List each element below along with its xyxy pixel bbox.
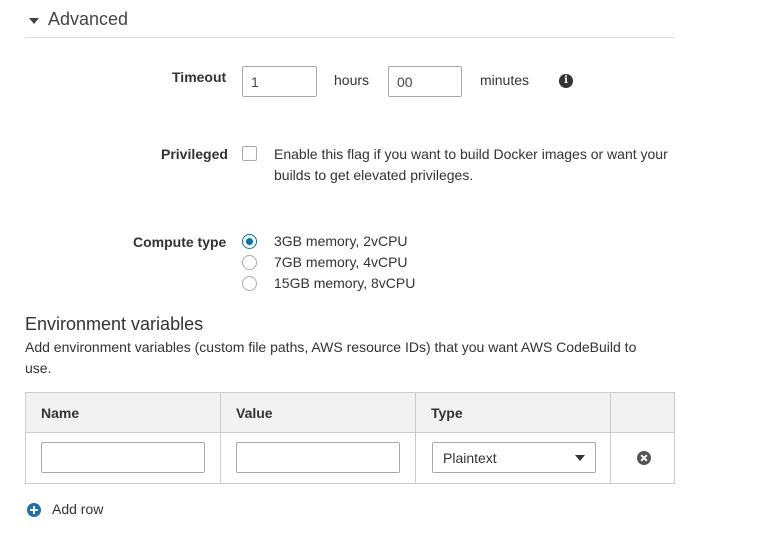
env-vars-table: Name Value Type Plaintext bbox=[25, 392, 675, 484]
add-row-label: Add row bbox=[52, 501, 104, 517]
column-divider bbox=[415, 393, 416, 483]
hours-unit-label: hours bbox=[334, 72, 370, 88]
column-divider bbox=[220, 393, 221, 483]
env-value-input[interactable] bbox=[236, 442, 400, 473]
compute-type-label: Compute type bbox=[133, 234, 227, 250]
minutes-unit-label: minutes bbox=[480, 72, 530, 88]
advanced-section-header[interactable]: Advanced bbox=[25, 6, 675, 38]
plus-circle-icon bbox=[27, 503, 41, 517]
chevron-down-icon bbox=[575, 455, 585, 461]
privileged-description: Enable this flag if you want to build Do… bbox=[274, 146, 668, 183]
privileged-checkbox[interactable] bbox=[242, 146, 257, 161]
env-vars-description: Add environment variables (custom file p… bbox=[25, 339, 637, 376]
column-header-value: Value bbox=[236, 405, 273, 421]
info-icon[interactable]: i bbox=[559, 74, 573, 88]
env-name-input[interactable] bbox=[41, 442, 205, 473]
env-vars-title: Environment variables bbox=[25, 314, 204, 334]
caret-down-icon[interactable] bbox=[29, 18, 39, 24]
env-type-selected-value: Plaintext bbox=[443, 450, 497, 466]
compute-option-7gb-label[interactable]: 7GB memory, 4vCPU bbox=[274, 254, 408, 270]
timeout-minutes-input[interactable] bbox=[388, 66, 462, 97]
timeout-hours-input[interactable] bbox=[242, 66, 317, 97]
compute-option-7gb-radio[interactable] bbox=[242, 255, 257, 270]
compute-option-3gb-label[interactable]: 3GB memory, 2vCPU bbox=[274, 233, 408, 249]
column-divider bbox=[610, 393, 611, 483]
env-type-select[interactable]: Plaintext bbox=[432, 442, 596, 473]
compute-option-3gb-radio[interactable] bbox=[242, 234, 257, 249]
column-header-name: Name bbox=[41, 405, 80, 421]
compute-option-15gb-radio[interactable] bbox=[242, 276, 257, 291]
remove-circle-icon[interactable] bbox=[637, 451, 651, 465]
column-header-type: Type bbox=[431, 405, 463, 421]
section-title: Advanced bbox=[48, 9, 129, 29]
env-table-header: Name Value Type bbox=[26, 393, 674, 433]
timeout-label: Timeout bbox=[172, 69, 227, 85]
compute-option-15gb-label[interactable]: 15GB memory, 8vCPU bbox=[274, 275, 415, 291]
privileged-label: Privileged bbox=[161, 146, 228, 162]
